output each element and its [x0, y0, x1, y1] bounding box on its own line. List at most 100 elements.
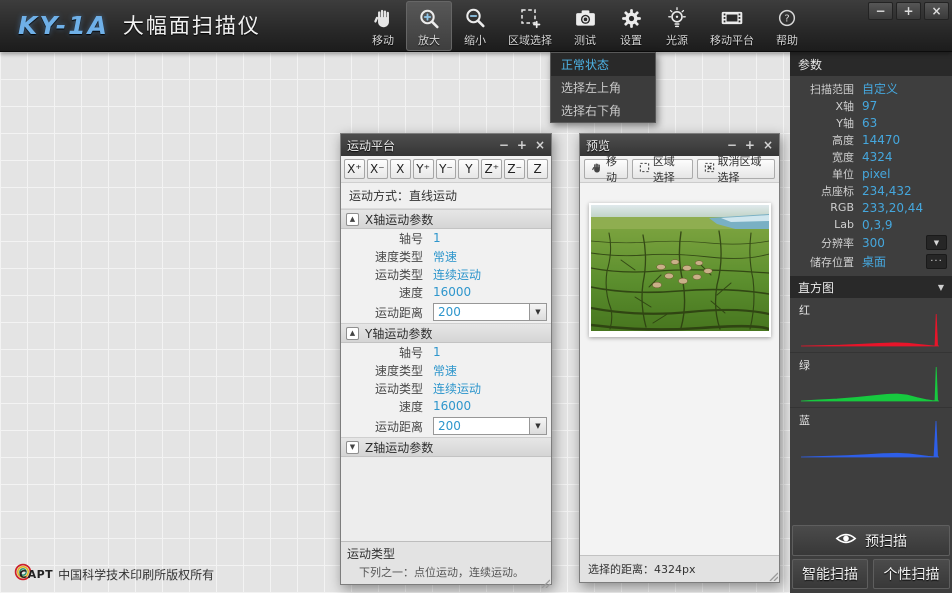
param-value[interactable]: 300: [862, 236, 885, 250]
preview-content[interactable]: [580, 183, 779, 555]
chevron-down-icon[interactable]: ▼: [529, 418, 546, 434]
param-value[interactable]: 常速: [433, 248, 457, 265]
resize-handle[interactable]: [768, 571, 778, 581]
motion-panel-titlebar[interactable]: 运动平台 − + ×: [341, 134, 551, 156]
preview-region-select-button[interactable]: 区域选择: [632, 159, 693, 179]
param-row: 速度类型 常速: [341, 247, 551, 265]
y-axis-section-header[interactable]: ▲ Y轴运动参数: [341, 323, 551, 343]
param-row-dropdown: 运动距离 200 ▼: [341, 301, 551, 323]
window-maximize-button[interactable]: +: [896, 2, 921, 20]
prescan-button[interactable]: 预扫描: [792, 525, 950, 556]
toolbar-label: 测试: [574, 32, 596, 48]
param-value[interactable]: 1: [433, 345, 441, 359]
panel-close-button[interactable]: ×: [535, 139, 545, 151]
param-row: 单位 pixel: [790, 165, 952, 182]
window-minimize-button[interactable]: −: [868, 2, 893, 20]
axis-button-x-minus[interactable]: X⁻: [367, 159, 388, 179]
param-row: 扫描范围 自定义: [790, 80, 952, 97]
panel-maximize-button[interactable]: +: [517, 139, 527, 151]
app-title: 大幅面扫描仪: [123, 10, 261, 40]
menu-item-select-bottom-right[interactable]: 选择右下角: [551, 99, 655, 122]
param-value[interactable]: 桌面: [862, 253, 886, 270]
custom-scan-button[interactable]: 个性扫描: [873, 559, 950, 589]
panel-maximize-button[interactable]: +: [745, 139, 755, 151]
smart-scan-button[interactable]: 智能扫描: [792, 559, 868, 589]
param-value[interactable]: 1: [433, 231, 441, 245]
axis-button-y-minus[interactable]: Y⁻: [436, 159, 457, 179]
toolbar-item-zoom-in[interactable]: 放大: [406, 1, 452, 51]
param-value[interactable]: 连续运动: [433, 380, 481, 397]
button-label: 区域选择: [653, 153, 686, 185]
axis-button-z-plus[interactable]: Z⁺: [481, 159, 502, 179]
panel-close-button[interactable]: ×: [763, 139, 773, 151]
collapse-icon[interactable]: ▲: [346, 213, 359, 226]
axis-button-x[interactable]: X: [390, 159, 411, 179]
section-title: Z轴运动参数: [365, 439, 433, 456]
menu-item-normal-state[interactable]: 正常状态: [551, 53, 655, 76]
param-label: 运动类型: [341, 380, 423, 397]
toolbar-item-zoom-out[interactable]: 缩小: [452, 0, 498, 52]
toolbar-item-help[interactable]: ? 帮助: [764, 0, 810, 52]
param-value[interactable]: 连续运动: [433, 266, 481, 283]
toolbar-item-region-select[interactable]: 区域选择: [498, 0, 562, 52]
copyright-text: 中国科学技术印刷所版权所有: [58, 566, 214, 583]
toolbar-item-motion-platform[interactable]: 移动平台: [700, 0, 764, 52]
x-axis-section-header[interactable]: ▲ X轴运动参数: [341, 209, 551, 229]
param-value[interactable]: 自定义: [862, 80, 898, 97]
button-label: 智能扫描: [802, 564, 858, 584]
param-row: X轴 97: [790, 97, 952, 114]
param-value[interactable]: 14470: [862, 133, 900, 147]
toolbar-label: 帮助: [776, 32, 798, 48]
titlebar: KY-1A 大幅面扫描仪 移动: [0, 0, 952, 52]
distance-select[interactable]: 200 ▼: [433, 303, 547, 321]
platform-icon: [719, 5, 745, 31]
axis-button-z[interactable]: Z: [527, 159, 548, 179]
main-toolbar: 移动 放大: [360, 0, 810, 52]
toolbar-label: 光源: [666, 32, 688, 48]
param-value[interactable]: 16000: [433, 399, 471, 413]
axis-button-z-minus[interactable]: Z⁻: [504, 159, 525, 179]
resize-handle[interactable]: [540, 573, 550, 583]
axis-button-y-plus[interactable]: Y⁺: [413, 159, 434, 179]
param-value[interactable]: 0,3,9: [862, 218, 893, 232]
param-label: 运动类型: [341, 266, 423, 283]
param-value[interactable]: 63: [862, 116, 877, 130]
collapse-icon[interactable]: ▲: [346, 327, 359, 340]
collapse-icon[interactable]: ▼: [346, 441, 359, 454]
preview-move-button[interactable]: 移动: [584, 159, 628, 179]
preview-photo[interactable]: [589, 203, 771, 337]
axis-button-x-plus[interactable]: X⁺: [344, 159, 365, 179]
param-value[interactable]: 233,20,44: [862, 201, 923, 215]
toolbar-item-test[interactable]: 测试: [562, 0, 608, 52]
preview-panel-title: 预览: [586, 137, 719, 154]
section-title: X轴运动参数: [365, 211, 433, 228]
toolbar-item-light-source[interactable]: 光源: [654, 0, 700, 52]
distance-select[interactable]: 200 ▼: [433, 417, 547, 435]
chevron-down-icon[interactable]: ▼: [529, 304, 546, 320]
cancel-region-icon: [704, 162, 715, 176]
param-value[interactable]: 4324: [862, 150, 893, 164]
toolbar-item-move[interactable]: 移动: [360, 0, 406, 52]
section-title: Y轴运动参数: [365, 325, 432, 342]
axis-button-y[interactable]: Y: [458, 159, 479, 179]
app-window: CAPT 中国科学技术印刷所版权所有 KY-1A 大幅面扫描仪: [0, 0, 952, 593]
param-label: 速度类型: [341, 362, 423, 379]
param-value[interactable]: 常速: [433, 362, 457, 379]
param-value[interactable]: 97: [862, 99, 877, 113]
menu-item-select-top-left[interactable]: 选择左上角: [551, 76, 655, 99]
select-value: 200: [434, 419, 529, 433]
toolbar-label: 缩小: [464, 32, 486, 48]
browse-button[interactable]: ···: [926, 254, 947, 269]
param-row: 宽度 4324: [790, 148, 952, 165]
param-value[interactable]: 16000: [433, 285, 471, 299]
chevron-down-icon[interactable]: ▼: [938, 283, 944, 292]
param-value[interactable]: pixel: [862, 167, 890, 181]
panel-minimize-button[interactable]: −: [499, 139, 509, 151]
param-value[interactable]: 234,432: [862, 184, 912, 198]
window-close-button[interactable]: ×: [924, 2, 949, 20]
resolution-dropdown-button[interactable]: ▼: [926, 235, 947, 250]
toolbar-item-settings[interactable]: 设置: [608, 0, 654, 52]
preview-cancel-region-button[interactable]: 取消区域选择: [697, 159, 775, 179]
z-axis-section-header[interactable]: ▼ Z轴运动参数: [341, 437, 551, 457]
panel-minimize-button[interactable]: −: [727, 139, 737, 151]
